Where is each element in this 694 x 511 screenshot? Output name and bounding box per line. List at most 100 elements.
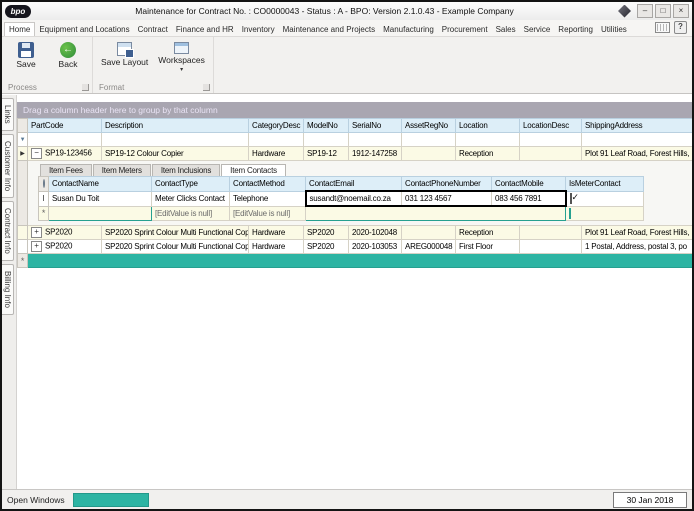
column-header-assetregno[interactable]: AssetRegNo	[402, 119, 456, 133]
new-cell-contactname[interactable]	[49, 206, 152, 221]
cell-ismetercontact[interactable]	[566, 191, 644, 206]
cell-description[interactable]: SP2020 Sprint Colour Multi Functional Co…	[102, 226, 249, 240]
cell-locationdesc[interactable]	[520, 226, 582, 240]
column-header-categorydesc[interactable]: CategoryDesc	[249, 119, 304, 133]
filter-cell[interactable]	[582, 133, 693, 147]
cell-categorydesc[interactable]: Hardware	[249, 240, 304, 254]
cell-serialno[interactable]: 2020-103053	[349, 240, 402, 254]
back-button[interactable]: Back	[50, 40, 86, 81]
cell-shippingaddress[interactable]: Plot 91 Leaf Road, Forest Hills,	[582, 147, 693, 161]
expand-icon[interactable]	[31, 241, 42, 252]
ribbon-tab-manufacturing[interactable]: Manufacturing	[379, 23, 438, 36]
ribbon-tab-home[interactable]: Home	[4, 22, 35, 36]
cell-contactname[interactable]: Susan Du Toit	[49, 191, 152, 206]
grid-row-sp2020-102048[interactable]: SP2020 SP2020 Sprint Colour Multi Functi…	[18, 226, 693, 240]
ribbon-tab-maintenance-and-projects[interactable]: Maintenance and Projects	[279, 23, 380, 36]
filter-cell[interactable]	[402, 133, 456, 147]
column-header-contactname[interactable]: ContactName	[49, 177, 152, 192]
new-cell-ismetercontact[interactable]	[566, 206, 644, 221]
cell-description[interactable]: SP19-12 Colour Copier	[102, 147, 249, 161]
detail-tab-item-inclusions[interactable]: Item Inclusions	[152, 164, 220, 176]
cell-contactphonenumber[interactable]: 031 123 4567	[402, 191, 492, 206]
expand-icon[interactable]	[31, 227, 42, 238]
filter-cell[interactable]	[349, 133, 402, 147]
format-dialog-launcher-icon[interactable]	[203, 84, 210, 91]
cell-locationdesc[interactable]	[520, 147, 582, 161]
cell-modelno[interactable]: SP2020	[304, 240, 349, 254]
cell-assetregno[interactable]: AREG000048	[402, 240, 456, 254]
column-header-contactmethod[interactable]: ContactMethod	[230, 177, 306, 192]
filter-cell[interactable]	[304, 133, 349, 147]
column-header-partcode[interactable]: PartCode	[28, 119, 102, 133]
ribbon-tab-equipment-and-locations[interactable]: Equipment and Locations	[35, 23, 133, 36]
save-button[interactable]: Save	[8, 40, 44, 81]
ribbon-tab-contract[interactable]: Contract	[134, 23, 172, 36]
cell-contactmethod[interactable]: Telephone	[230, 191, 306, 206]
cell-modelno[interactable]: SP19-12	[304, 147, 349, 161]
filter-cell[interactable]	[28, 133, 102, 147]
keyboard-icon[interactable]	[655, 22, 670, 33]
cell-location[interactable]: Reception	[456, 147, 520, 161]
append-row-cells[interactable]	[28, 254, 693, 268]
filter-cell[interactable]	[249, 133, 304, 147]
ribbon-tab-reporting[interactable]: Reporting	[554, 23, 597, 36]
grid-row-sp2020-103053[interactable]: SP2020 SP2020 Sprint Colour Multi Functi…	[18, 240, 693, 254]
workspaces-button[interactable]: Workspaces ▾	[156, 40, 207, 81]
cell-serialno[interactable]: 2020-102048	[349, 226, 402, 240]
checked-checkbox-icon[interactable]	[570, 193, 572, 204]
close-button[interactable]: ×	[673, 4, 689, 18]
cell-shippingaddress[interactable]: Plot 91 Leaf Road, Forest Hills,	[582, 226, 693, 240]
cell-partcode[interactable]: SP19-123456	[45, 149, 92, 158]
null-checkbox-icon[interactable]	[569, 208, 571, 219]
column-header-location[interactable]: Location	[456, 119, 520, 133]
save-layout-button[interactable]: Save Layout	[99, 40, 150, 81]
maximize-button[interactable]: □	[655, 4, 671, 18]
filter-cell[interactable]	[520, 133, 582, 147]
cell-locationdesc[interactable]	[520, 240, 582, 254]
collapse-icon[interactable]	[31, 148, 42, 159]
cell-description[interactable]: SP2020 Sprint Colour Multi Functional Co…	[102, 240, 249, 254]
filter-row[interactable]	[18, 133, 693, 147]
sidebar-tab-billing-info[interactable]: Billing Info	[2, 264, 14, 315]
new-cell-contacttype[interactable]: [EditValue is null]	[152, 206, 230, 221]
column-header-modelno[interactable]: ModelNo	[304, 119, 349, 133]
ribbon-tab-finance-and-hr[interactable]: Finance and HR	[172, 23, 238, 36]
cell-contactemail[interactable]: susandt@noemail.co.za	[306, 191, 402, 206]
cell-partcode[interactable]: SP2020	[45, 228, 72, 237]
help-icon[interactable]	[674, 21, 687, 34]
cell-shippingaddress[interactable]: 1 Postal, Address, postal 3, po	[582, 240, 693, 254]
cell-contacttype[interactable]: Meter Clicks Contact	[152, 191, 230, 206]
filter-cell[interactable]	[456, 133, 520, 147]
open-window-chip[interactable]	[73, 493, 149, 507]
detail-tab-item-fees[interactable]: Item Fees	[40, 164, 92, 176]
detail-tab-item-meters[interactable]: Item Meters	[93, 164, 151, 176]
column-header-contacttype[interactable]: ContactType	[152, 177, 230, 192]
column-header-serialno[interactable]: SerialNo	[349, 119, 402, 133]
process-dialog-launcher-icon[interactable]	[82, 84, 89, 91]
date-picker[interactable]: 30 Jan 2018	[613, 492, 687, 508]
sidebar-tab-links[interactable]: Links	[2, 98, 14, 131]
ribbon-tab-inventory[interactable]: Inventory	[238, 23, 279, 36]
cell-modelno[interactable]: SP2020	[304, 226, 349, 240]
new-cell-contact-details[interactable]	[306, 206, 566, 221]
detail-tab-item-contacts[interactable]: Item Contacts	[221, 164, 286, 176]
column-header-ismetercontact[interactable]: IsMeterContact	[566, 177, 644, 192]
filter-cell[interactable]	[102, 133, 249, 147]
cell-assetregno[interactable]	[402, 147, 456, 161]
grid-append-row[interactable]	[18, 254, 693, 268]
grid-row-sp19-123456[interactable]: SP19-123456 SP19-12 Colour Copier Hardwa…	[18, 147, 693, 161]
sidebar-tab-customer-info[interactable]: Customer Info	[2, 134, 14, 198]
cell-contactmobile[interactable]: 083 456 7891	[492, 191, 566, 206]
column-header-contactemail[interactable]: ContactEmail	[306, 177, 402, 192]
cell-assetregno[interactable]	[402, 226, 456, 240]
contact-new-row[interactable]: [EditValue is null] [EditValue is null]	[39, 206, 644, 221]
cell-partcode[interactable]: SP2020	[45, 242, 72, 251]
new-cell-contactmethod[interactable]: [EditValue is null]	[230, 206, 306, 221]
group-by-panel[interactable]: Drag a column header here to group by th…	[17, 102, 692, 118]
cell-categorydesc[interactable]: Hardware	[249, 147, 304, 161]
ribbon-tab-sales[interactable]: Sales	[492, 23, 520, 36]
search-icon[interactable]	[43, 179, 45, 188]
cell-categorydesc[interactable]: Hardware	[249, 226, 304, 240]
column-header-contactphonenumber[interactable]: ContactPhoneNumber	[402, 177, 492, 192]
column-header-shippingaddress[interactable]: ShippingAddress	[582, 119, 693, 133]
